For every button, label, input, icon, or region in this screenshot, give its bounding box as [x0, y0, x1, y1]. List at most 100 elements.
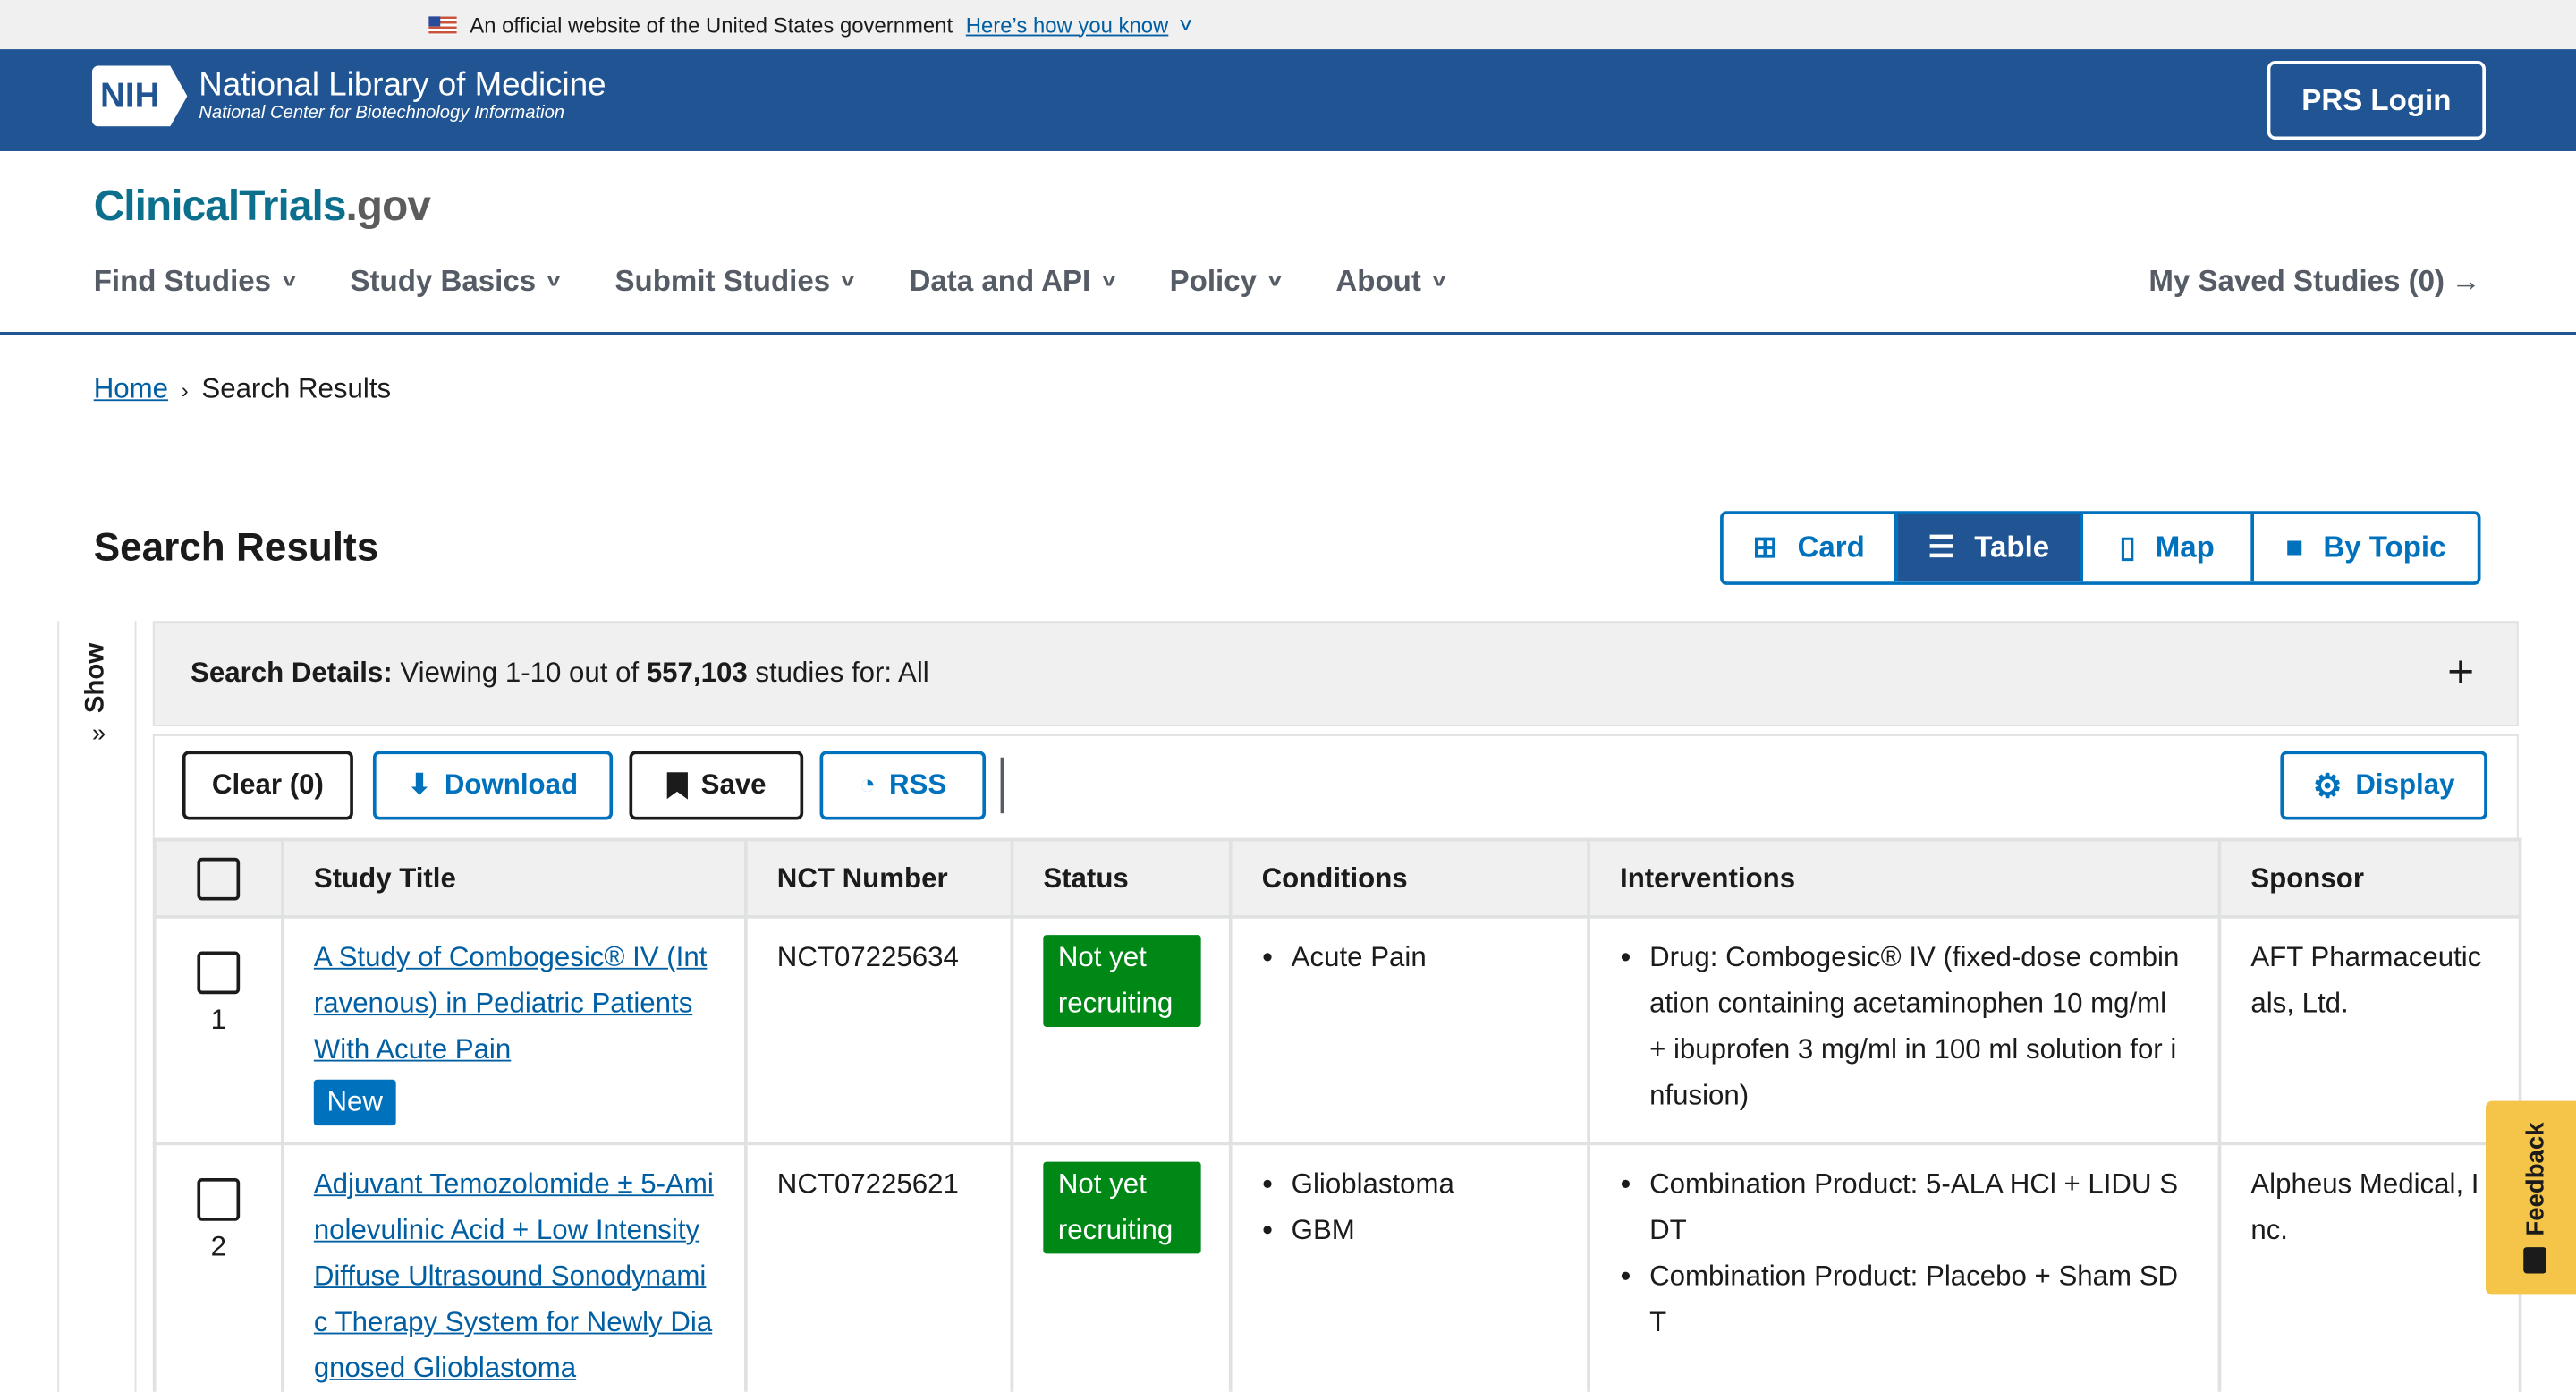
expand-plus-icon[interactable]: +	[2447, 646, 2474, 699]
nct-number: NCT07225634	[746, 917, 1013, 1143]
nav-submit-studies[interactable]: Submit Studies v	[614, 259, 853, 302]
chevron-down-icon: v	[1180, 15, 1191, 35]
conditions-cell: Acute Pain	[1231, 917, 1589, 1143]
search-details: Search Details: Viewing 1-10 out of 557,…	[153, 621, 2519, 726]
rss-button[interactable]: ◔ RSS	[820, 751, 987, 819]
prs-login-button[interactable]: PRS Login	[2267, 61, 2486, 140]
logo-text: ClinicalTrials	[94, 181, 346, 230]
table-header-row: Study Title NCT Number Status Conditions…	[155, 840, 2521, 917]
result-count: 557,103	[647, 658, 748, 691]
feedback-tab[interactable]: Feedback	[2486, 1101, 2576, 1295]
saved-label: My Saved Studies (0)	[2148, 264, 2445, 299]
chevron-down-icon: v	[1268, 271, 1282, 291]
breadcrumb-current: Search Results	[201, 373, 391, 406]
chevron-down-icon: v	[842, 271, 855, 291]
nav-label: Study Basics	[350, 264, 536, 299]
heres-how-you-know-link[interactable]: Here’s how you know	[966, 13, 1169, 38]
view-card-button[interactable]: ⊞ Card	[1724, 514, 1898, 581]
view-toggle: ⊞ Card ☰ Table ▯Map ■By Topic	[1720, 511, 2480, 585]
feedback-label: Feedback	[2521, 1123, 2548, 1236]
my-saved-studies-link[interactable]: My Saved Studies (0)→	[2148, 259, 2480, 302]
save-label: Save	[701, 769, 767, 802]
display-label: Display	[2355, 769, 2454, 802]
view-table-button[interactable]: ☰ Table	[1897, 514, 2083, 581]
bookmark-icon	[666, 771, 688, 799]
toolbar-separator	[1001, 758, 1004, 813]
details-text: Viewing 1-10 out of	[393, 658, 647, 691]
feedback-icon	[2523, 1246, 2546, 1272]
view-by-topic-button[interactable]: ■By Topic	[2254, 514, 2478, 581]
view-label: Card	[1797, 530, 1864, 565]
column-header[interactable]: NCT Number	[746, 840, 1013, 917]
intervention-item: Combination Product: 5-ALA HCl + LIDU SD…	[1649, 1162, 2188, 1254]
chevron-down-icon: v	[547, 271, 561, 291]
status-badge: Not yet recruiting	[1043, 935, 1200, 1027]
nav-divider	[0, 332, 2576, 335]
expand-arrows-icon[interactable]: »	[92, 719, 106, 747]
status-badge: Not yet recruiting	[1043, 1162, 1200, 1254]
study-title-link[interactable]: Adjuvant Temozolomide ± 5-Aminolevulinic…	[314, 1168, 714, 1384]
clear-button[interactable]: Clear (0)	[182, 751, 353, 819]
column-header[interactable]: Study Title	[283, 840, 746, 917]
nav-find-studies[interactable]: Find Studiesv	[94, 259, 294, 302]
banner-text: An official website of the United States…	[470, 13, 953, 38]
nav-about[interactable]: Aboutv	[1335, 259, 1444, 302]
nav-label: About	[1335, 264, 1420, 299]
grid-icon: ⊞	[1753, 530, 1778, 565]
logo-suffix: .gov	[345, 181, 430, 230]
column-header[interactable]: Conditions	[1231, 840, 1589, 917]
download-button[interactable]: ⬇ Download	[373, 751, 613, 819]
chevron-down-icon: v	[1433, 271, 1446, 291]
row-checkbox[interactable]	[197, 951, 240, 994]
condition-item: GBM	[1292, 1208, 1558, 1253]
chevron-right-icon: ›	[182, 378, 189, 403]
rss-label: RSS	[889, 769, 946, 802]
column-header[interactable]: Sponsor	[2219, 840, 2520, 917]
select-cell: 1	[155, 917, 283, 1143]
table-row: 2 Adjuvant Temozolomide ± 5-Aminolevulin…	[155, 1143, 2521, 1391]
details-label: Search Details:	[191, 658, 393, 691]
page-title: Search Results	[94, 526, 379, 572]
intervention-item: Combination Product: Placebo + Sham SDT	[1649, 1253, 2188, 1345]
nav-label: Submit Studies	[614, 264, 830, 299]
nct-number: NCT07225621	[746, 1143, 1013, 1391]
save-button[interactable]: Save	[629, 751, 803, 819]
download-label: Download	[445, 769, 578, 802]
view-label: Table	[1974, 530, 2049, 565]
main-nav: Find Studiesv Study Basics v Submit Studi…	[94, 259, 1501, 302]
row-checkbox[interactable]	[197, 1178, 240, 1221]
clinicaltrials-logo[interactable]: ClinicalTrials.gov	[94, 181, 430, 232]
table-row: 1 A Study of Combogesic® IV (Intravenous…	[155, 917, 2521, 1143]
breadcrumb-home[interactable]: Home	[94, 373, 168, 406]
conditions-cell: GlioblastomaGBM	[1231, 1143, 1589, 1391]
list-icon: ☰	[1928, 530, 1955, 565]
nlm-title[interactable]: National Library of Medicine	[199, 67, 606, 105]
nih-logo[interactable]: NIH	[92, 65, 188, 126]
ncbi-subtitle: National Center for Biotechnology Inform…	[199, 104, 564, 123]
condition-item: Acute Pain	[1292, 935, 1558, 980]
select-all-checkbox[interactable]	[197, 857, 240, 900]
status-cell: Not yet recruiting	[1012, 917, 1230, 1143]
column-header[interactable]: Interventions	[1589, 840, 2219, 917]
status-cell: Not yet recruiting	[1012, 1143, 1230, 1391]
folder-icon: ■	[2285, 530, 2303, 565]
details-text: studies for: All	[748, 658, 929, 691]
sponsor: Alpheus Medical, Inc.	[2219, 1143, 2520, 1391]
column-header[interactable]: Status	[1012, 840, 1230, 917]
nav-data-and-api[interactable]: Data and APIv	[910, 259, 1114, 302]
row-number: 1	[186, 997, 251, 1043]
show-filters-label[interactable]: Show	[72, 641, 122, 713]
nav-study-basics[interactable]: Study Basics v	[350, 259, 559, 302]
download-icon: ⬇	[408, 769, 431, 802]
rss-icon: ◔	[859, 769, 876, 802]
select-cell: 2	[155, 1143, 283, 1391]
nav-label: Data and API	[910, 264, 1091, 299]
gear-icon: ⚙	[2313, 765, 2343, 806]
chevron-down-icon: v	[283, 271, 296, 291]
view-map-button[interactable]: ▯Map	[2083, 514, 2254, 581]
display-button[interactable]: ⚙ Display	[2280, 751, 2487, 819]
nav-policy[interactable]: Policyv	[1170, 259, 1280, 302]
row-number: 2	[186, 1224, 251, 1269]
arrow-right-icon: →	[2451, 264, 2480, 299]
study-title-link[interactable]: A Study of Combogesic® IV (Intravenous) …	[314, 941, 708, 1065]
